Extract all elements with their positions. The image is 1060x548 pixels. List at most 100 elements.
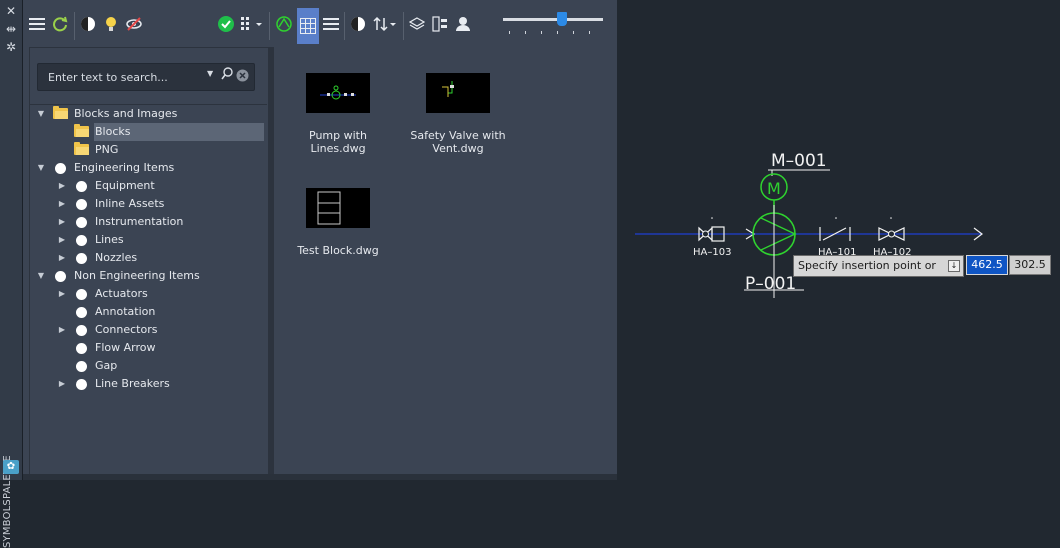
valve-marker — [711, 217, 713, 219]
y-coordinate-input[interactable]: 302.5 — [1009, 255, 1051, 275]
category-dot-icon — [76, 361, 87, 372]
layers-icon[interactable] — [407, 12, 427, 36]
close-icon[interactable]: ✕ — [3, 4, 19, 18]
folder-icon — [74, 142, 89, 155]
category-dot-icon — [76, 343, 87, 354]
slider-track — [503, 18, 603, 21]
thumbnail-size-slider[interactable] — [503, 12, 603, 38]
thumbnail-item[interactable]: Test Block.dwg — [283, 188, 393, 257]
tree-item[interactable]: ▼ Engineering Items — [29, 159, 267, 177]
tree-item[interactable]: ▼ Non Engineering Items — [29, 267, 267, 285]
hide-icon[interactable] — [124, 12, 144, 36]
lightbulb-icon[interactable] — [101, 12, 121, 36]
category-tree: ▼ Blocks and Images Blocks PNG ▼ Engineering … — [29, 104, 267, 475]
thumbnail-caption: Test Block.dwg — [297, 244, 379, 257]
list-view-icon[interactable] — [321, 12, 341, 36]
search-box[interactable]: ▼ — [37, 63, 255, 91]
chevron-down-icon[interactable]: ▼ — [36, 267, 46, 285]
tree-item[interactable]: ▶ Equipment — [29, 177, 267, 195]
chevron-down-icon[interactable]: ▼ — [36, 105, 46, 123]
chevron-right-icon[interactable]: ▶ — [57, 375, 67, 393]
contrast-icon[interactable] — [348, 12, 368, 36]
category-dot-icon — [55, 163, 66, 174]
check-icon[interactable] — [216, 12, 236, 36]
refresh-icon[interactable] — [50, 12, 70, 36]
slider-thumb[interactable] — [557, 12, 567, 26]
thumbnail-caption: Safety Valve with Vent.dwg — [403, 129, 513, 155]
insertion-tooltip: Specify insertion point or ↓ — [793, 255, 964, 277]
tree-item[interactable]: ▶ Lines — [29, 231, 267, 249]
drawing-svg: M–001 M P–001 HA–103 HA–101 HA–102 — [635, 151, 983, 298]
chevron-right-icon[interactable]: ▶ — [57, 177, 67, 195]
chevron-right-icon[interactable]: ▶ — [57, 195, 67, 213]
tree-item-label: Annotation — [95, 305, 156, 318]
settings-icon[interactable]: ✲ — [3, 40, 19, 54]
tree-item[interactable]: Blocks — [29, 123, 267, 141]
thumbnail-panel: Pump with Lines.dwg Safety Valve with Ve… — [275, 47, 615, 474]
motor-tag: M–001 — [771, 151, 827, 171]
category-dot-icon — [76, 379, 87, 390]
category-dot-icon — [76, 181, 87, 192]
text-block-icon[interactable] — [430, 12, 450, 36]
x-coordinate-input[interactable]: 462.5 — [966, 255, 1008, 275]
tooltip-text: Specify insertion point or — [798, 259, 936, 272]
tree-item-label: Blocks and Images — [74, 107, 178, 120]
search-input[interactable] — [46, 68, 200, 86]
tree-item[interactable]: Gap — [29, 357, 267, 375]
menu-icon[interactable] — [27, 12, 47, 36]
tree-item[interactable]: ▶ Connectors — [29, 321, 267, 339]
tree-item[interactable]: ▶ Line Breakers — [29, 375, 267, 393]
palette-bottom-edge — [23, 474, 617, 480]
contrast-icon[interactable] — [78, 12, 98, 36]
chevron-right-icon[interactable]: ▶ — [57, 321, 67, 339]
tree-item-label: Engineering Items — [74, 161, 175, 174]
toolbar-separator — [74, 12, 75, 40]
panel-splitter[interactable] — [268, 47, 274, 474]
folder-icon — [53, 106, 68, 119]
slider-ticks — [503, 31, 603, 34]
palette-icon[interactable]: ✿ — [3, 460, 19, 474]
folder-icon — [74, 124, 89, 137]
user-icon[interactable] — [453, 12, 473, 36]
thumbnail-item[interactable]: Safety Valve with Vent.dwg — [403, 73, 513, 155]
valve-tag: HA–103 — [693, 247, 731, 258]
thumbnail-view-icon[interactable] — [297, 8, 319, 44]
thumbnail-image — [426, 73, 490, 113]
search-icon[interactable] — [221, 67, 233, 84]
sort-icon[interactable] — [371, 12, 399, 36]
tree-item-label: Equipment — [95, 179, 155, 192]
tree-item[interactable]: ▼ Blocks and Images — [29, 105, 267, 123]
toolbar-separator — [403, 12, 404, 40]
clear-search-icon[interactable] — [236, 69, 249, 85]
tree-item[interactable]: PNG — [29, 141, 267, 159]
tree-item-label: Inline Assets — [95, 197, 165, 210]
valve-body — [702, 230, 709, 238]
tree-item-label: Actuators — [95, 287, 148, 300]
tree-item[interactable]: Annotation — [29, 303, 267, 321]
chevron-right-icon[interactable]: ▶ — [57, 285, 67, 303]
chevron-down-icon[interactable]: ▼ — [36, 159, 46, 177]
thumbnail-item[interactable]: Pump with Lines.dwg — [283, 73, 393, 155]
tree-item-label: PNG — [95, 143, 119, 156]
palette-side-strip: ✕ ⇹ ✲ SYMBOLSPALETTE ✿ — [0, 0, 23, 548]
valve-marker — [890, 217, 892, 219]
category-dot-icon — [55, 271, 66, 282]
tree-item[interactable]: ▶ Instrumentation — [29, 213, 267, 231]
drawing-canvas[interactable]: M–001 M P–001 HA–103 HA–101 HA–102 — [618, 0, 1060, 480]
collapse-icon[interactable]: ⇹ — [3, 22, 19, 36]
valve-marker — [835, 217, 837, 219]
valve-body — [888, 230, 895, 238]
chevron-right-icon[interactable]: ▶ — [57, 231, 67, 249]
search-dropdown-icon[interactable]: ▼ — [207, 69, 213, 78]
tree-item[interactable]: Flow Arrow — [29, 339, 267, 357]
tree-item[interactable]: ▶ Inline Assets — [29, 195, 267, 213]
options-down-arrow-icon[interactable]: ↓ — [948, 260, 960, 272]
pipe-icon[interactable] — [273, 12, 295, 36]
grid-options-icon[interactable] — [239, 12, 265, 36]
tree-item[interactable]: ▶ Actuators — [29, 285, 267, 303]
chevron-right-icon[interactable]: ▶ — [57, 213, 67, 231]
tree-item-label: Line Breakers — [95, 377, 170, 390]
chevron-right-icon[interactable]: ▶ — [57, 249, 67, 267]
pump-tag: P–001 — [745, 274, 796, 294]
tree-item[interactable]: ▶ Nozzles — [29, 249, 267, 267]
